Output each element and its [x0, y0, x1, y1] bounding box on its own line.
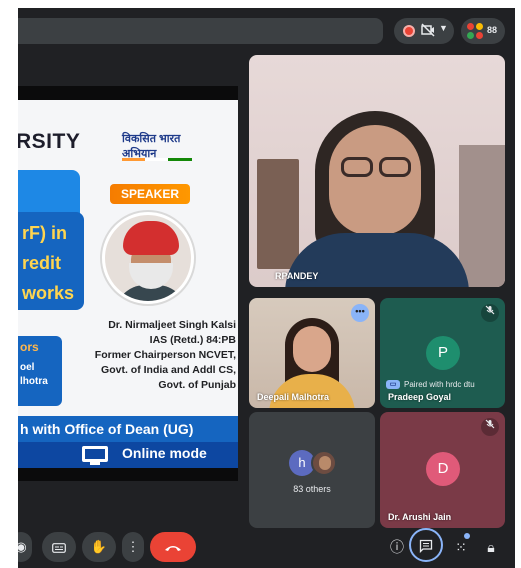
speaker-info: Dr. Nirmaljeet Singh Kalsi IAS (Retd.) 8…: [68, 318, 236, 393]
raise-hand-icon: ✋: [90, 539, 108, 554]
monitor-stand: [90, 462, 100, 465]
mode-text: Online mode: [122, 445, 207, 461]
avatar: D: [426, 452, 460, 486]
participant-tile-rpandey[interactable]: ᵖ RPANDEY: [249, 55, 505, 287]
meeting-info-bar: [18, 18, 383, 44]
shared-slide: RSITY विकसित भारत अभियान SPEAKER rF) in …: [18, 100, 238, 468]
avatar: [311, 450, 337, 476]
mic-off-icon: [481, 418, 499, 436]
more-options-icon[interactable]: •••: [351, 304, 369, 322]
host-controls-icon[interactable]: 🔒︎: [480, 536, 502, 558]
present-button[interactable]: ◉: [18, 532, 32, 562]
participant-name: Deepali Malhotra: [257, 392, 330, 402]
captions-button[interactable]: [42, 532, 76, 562]
presentation-area: RSITY विकसित भारत अभियान SPEAKER rF) in …: [18, 86, 238, 481]
top-bar: ▼ 88: [18, 12, 515, 52]
participant-name: RPANDEY: [275, 271, 319, 281]
present-icon: ◉: [18, 539, 27, 554]
slide-title-text: rF) in redit works: [22, 223, 75, 303]
people-button[interactable]: 88: [461, 18, 505, 44]
meet-window: ▼ 88 RSITY विकसित भारत अभियान SPEAKER rF…: [18, 8, 515, 568]
speaker-portrait: [102, 212, 194, 304]
monitor-icon: [82, 446, 108, 462]
end-call-icon: [164, 539, 182, 554]
raise-hand-button[interactable]: ✋: [82, 532, 116, 562]
paired-device-row: ▭ Paired with hrdc dtu: [386, 380, 475, 389]
video-figure: [269, 374, 355, 408]
avatar: P: [426, 336, 460, 370]
paired-text: Paired with hrdc dtu: [404, 380, 475, 389]
speaker-line: IAS (Retd.) 84:PB: [149, 334, 236, 346]
chat-icon: [419, 537, 433, 554]
slide-university-text: RSITY: [18, 130, 81, 153]
control-bar: ◉ ✋ ⋮ ⓘ ⁙ 🔒︎: [18, 528, 515, 568]
slide-logo-line1: विकसित भारत: [122, 133, 181, 145]
collaboration-band: h with Office of Dean (UG): [18, 416, 238, 442]
chat-button[interactable]: [409, 528, 443, 562]
participant-tile-pradeep[interactable]: P ▭ Paired with hrdc dtu Pradeep Goyal: [380, 298, 505, 408]
others-avatars: h: [289, 450, 349, 480]
participant-name: Dr. Arushi Jain: [388, 512, 452, 522]
end-call-button[interactable]: [150, 532, 196, 562]
mic-off-icon: [481, 304, 499, 322]
participant-tile-others[interactable]: h 83 others: [249, 412, 375, 528]
video-figure: [329, 125, 421, 235]
camera-off-icon: [421, 23, 435, 39]
video-figure: [335, 157, 417, 177]
device-icon: ▭: [386, 380, 400, 389]
slide-logo-stripe: [122, 158, 192, 161]
coordinator-name: oel: [20, 362, 35, 373]
participant-tile-deepali[interactable]: ••• Deepali Malhotra: [249, 298, 375, 408]
more-vert-icon: ⋮: [126, 539, 140, 554]
activities-icon[interactable]: ⁙: [450, 536, 472, 558]
video-background: [459, 145, 505, 287]
info-icon[interactable]: ⓘ: [386, 536, 408, 558]
record-icon: [403, 25, 415, 37]
participants-count: 88: [487, 25, 498, 35]
participant-name: Pradeep Goyal: [388, 392, 452, 402]
video-background: [257, 159, 299, 269]
video-figure: [293, 326, 331, 372]
coordinator-name: lhotra: [20, 376, 48, 387]
speaker-line: Govt. of India and Addl CS,: [101, 364, 236, 376]
recording-controls[interactable]: ▼: [394, 18, 454, 44]
captions-icon: [52, 539, 66, 554]
people-icon: [467, 23, 483, 39]
speaker-line: Dr. Nirmaljeet Singh Kalsi: [108, 319, 236, 331]
speaker-tag: SPEAKER: [110, 184, 190, 204]
coordinators-label: ors: [20, 340, 39, 354]
notification-dot: [464, 533, 470, 539]
more-options-button[interactable]: ⋮: [122, 532, 144, 562]
chevron-down-icon: ▼: [439, 23, 448, 33]
others-count-label: 83 others: [293, 484, 331, 494]
speaker-line: Govt. of Punjab: [158, 379, 236, 391]
speaker-line: Former Chairperson NCVET,: [94, 349, 236, 361]
participant-tile-arushi[interactable]: D Dr. Arushi Jain: [380, 412, 505, 528]
